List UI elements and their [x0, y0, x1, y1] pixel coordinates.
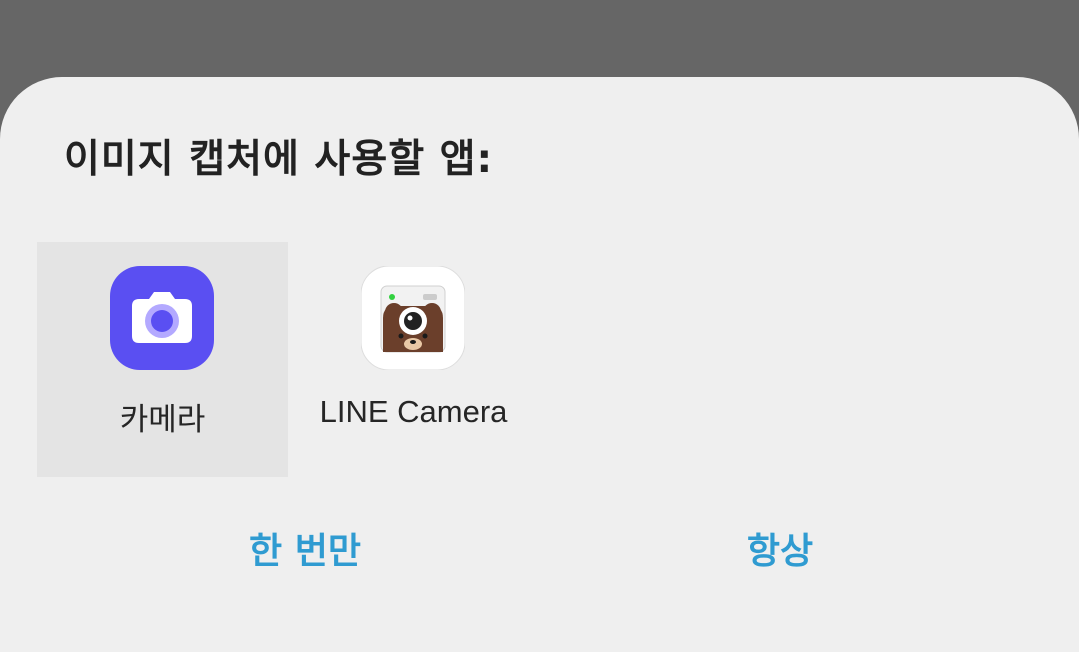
app-label-camera: 카메라 — [119, 402, 206, 437]
line-camera-icon — [361, 266, 465, 370]
always-button[interactable]: 항상 — [680, 522, 880, 582]
app-label-line-camera: LINE Camera — [319, 394, 508, 429]
samsung-camera-icon — [110, 266, 214, 370]
just-once-button[interactable]: 한 번만 — [205, 522, 405, 582]
app-option-line-camera[interactable]: LINE Camera — [288, 242, 539, 477]
app-option-camera[interactable]: 카메라 — [37, 242, 288, 477]
dialog-title: 이미지 캡처에 사용할 앱: — [64, 137, 494, 182]
